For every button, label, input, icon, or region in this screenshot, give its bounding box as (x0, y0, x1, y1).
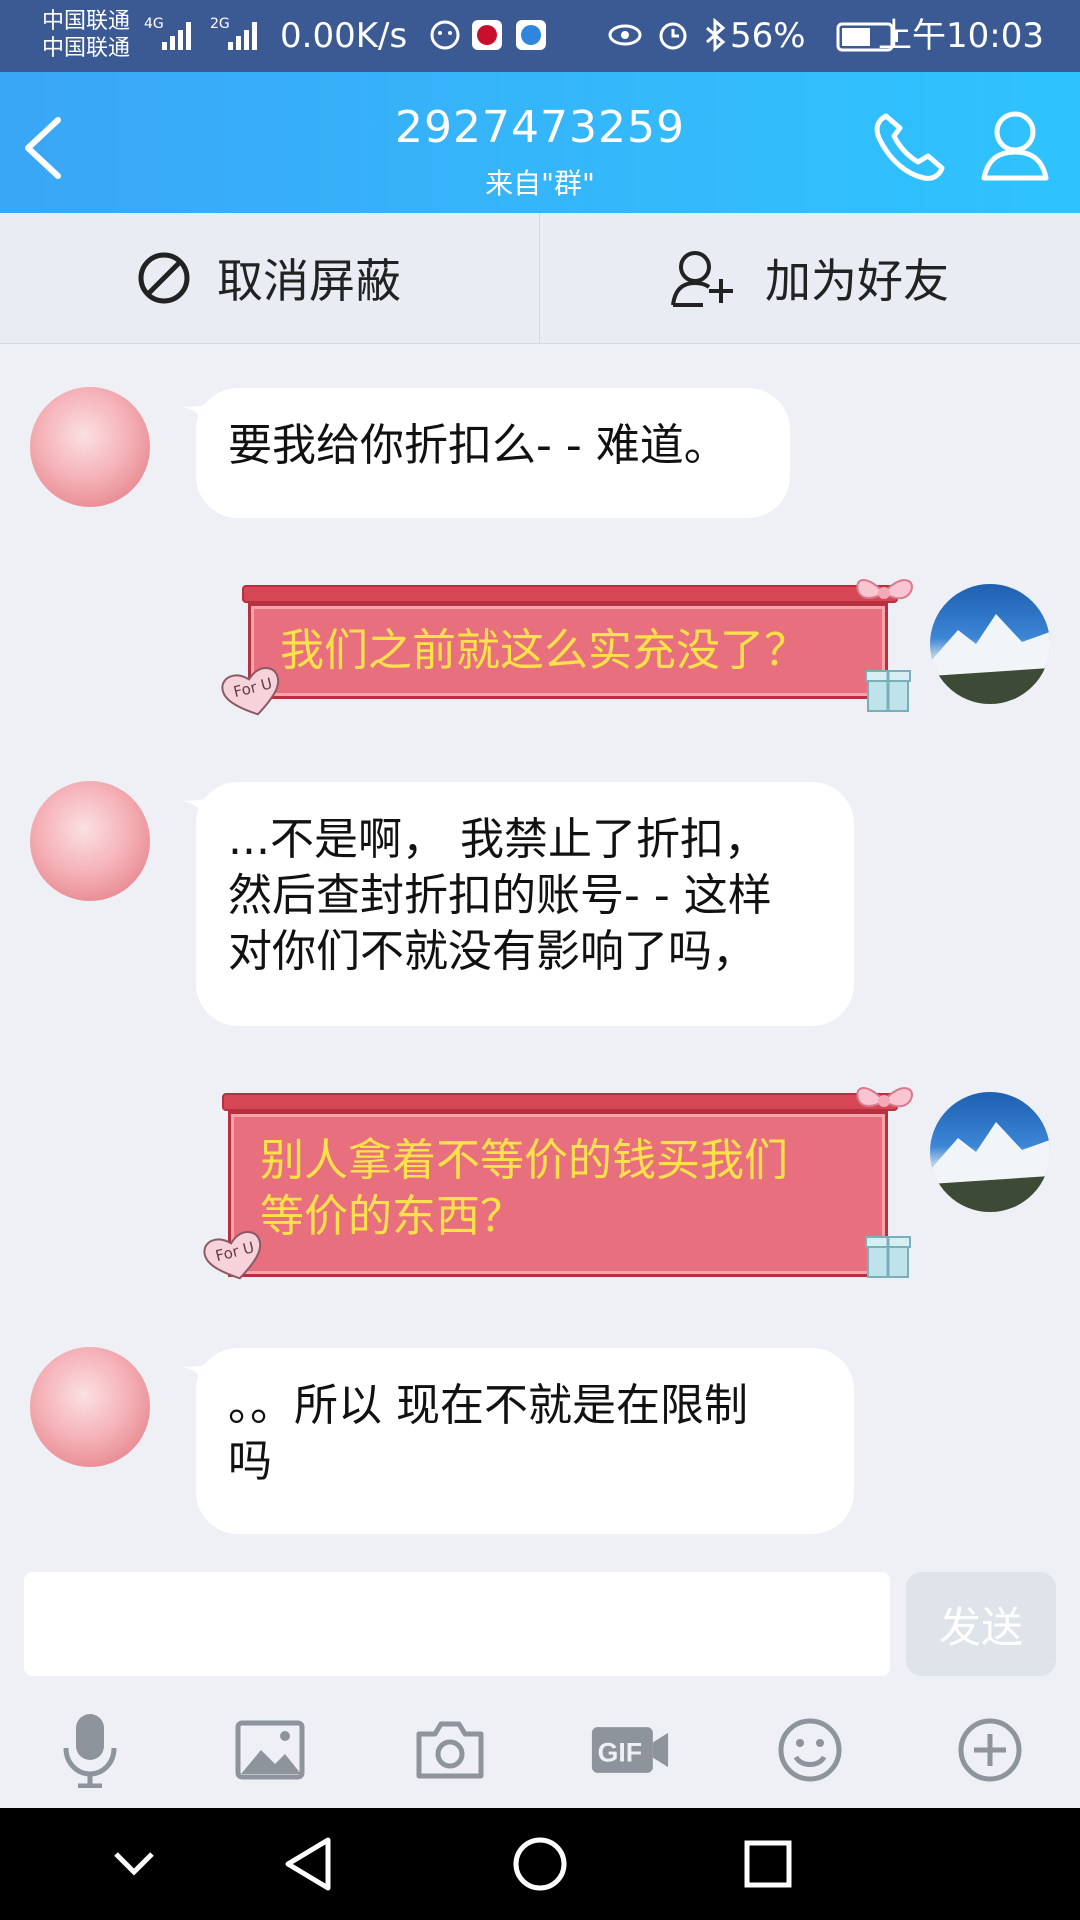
image-icon[interactable] (230, 1710, 310, 1790)
my-avatar[interactable] (930, 1092, 1050, 1212)
home-icon[interactable] (502, 1826, 578, 1902)
block-icon (137, 251, 191, 305)
gift-bubble[interactable]: 我们之前就这么实充没了？ For U (220, 565, 920, 725)
chevron-down-icon[interactable] (96, 1826, 172, 1902)
phone-call-icon[interactable] (872, 110, 946, 182)
sender-avatar[interactable] (30, 781, 150, 901)
bluetooth-icon (706, 18, 726, 52)
alarm-icon (659, 22, 687, 50)
carrier-labels: 中国联通 中国联通 (42, 8, 130, 62)
gift-bubble[interactable]: 别人拿着不等价的钱买我们 等价的东西？ For U (202, 1073, 920, 1293)
net-speed: 0.00K/s (280, 16, 408, 56)
app-notification-icon (430, 20, 460, 50)
message-line: 对你们不就没有影响了吗， (228, 926, 756, 977)
for-u-heart-icon: For U (215, 658, 290, 724)
status-bar: 中国联通 中国联通 4G 2G 0.00K/s 56% 上午10:03 (0, 0, 1080, 72)
gift-box-icon (865, 670, 911, 712)
message-text: 别人拿着不等价的钱买我们 等价的东西？ (260, 1133, 788, 1245)
message-line: 然后查封折扣的账号- - 这样 (228, 870, 772, 921)
back-icon[interactable] (270, 1826, 346, 1902)
chat-header: 2927473259 来自"群" (0, 72, 1080, 213)
bank-app-icon (472, 20, 502, 50)
send-button[interactable]: 发送 (906, 1572, 1056, 1676)
clock: 上午10:03 (878, 16, 1044, 56)
camera-icon[interactable] (410, 1710, 490, 1790)
plus-icon[interactable] (950, 1710, 1030, 1790)
signal-icon (162, 22, 191, 50)
message-text: 我们之前就这么实充没了？ (280, 625, 808, 676)
message-input[interactable] (24, 1572, 890, 1676)
system-nav-bar (0, 1808, 1080, 1920)
ribbon-bow-icon (856, 579, 913, 600)
recents-icon[interactable] (730, 1826, 806, 1902)
action-bar: 取消屏蔽 加为好友 (0, 213, 1080, 344)
svg-text:GIF: GIF (598, 1737, 642, 1767)
ribbon-bow-icon (856, 1087, 913, 1108)
message-line: 别人拿着不等价的钱买我们 (260, 1135, 788, 1186)
message-bubble[interactable]: ...不是啊， 我禁止了折扣， 然后查封折扣的账号- - 这样 对你们不就没有影… (196, 782, 854, 1026)
carrier-1: 中国联通 (42, 9, 131, 34)
for-u-heart-icon: For U (197, 1222, 272, 1288)
emoji-icon[interactable] (770, 1710, 850, 1790)
message-bubble[interactable]: 。。所以 现在不就是在限制 吗 (196, 1348, 854, 1534)
add-friend-button[interactable]: 加为好友 (540, 213, 1078, 343)
add-friend-label: 加为好友 (765, 254, 949, 308)
sender-avatar[interactable] (30, 387, 150, 507)
unblock-button[interactable]: 取消屏蔽 (0, 213, 538, 343)
unblock-label: 取消屏蔽 (217, 254, 401, 308)
sender-avatar[interactable] (30, 1347, 150, 1467)
gif-icon[interactable]: GIF (590, 1710, 670, 1790)
my-avatar[interactable] (930, 584, 1050, 704)
message-line: 吗 (228, 1436, 272, 1487)
profile-icon[interactable] (980, 108, 1050, 182)
signal-icon-2 (228, 22, 257, 50)
message-line: 。。所以 现在不就是在限制 (228, 1380, 748, 1431)
message-line: 等价的东西？ (260, 1191, 524, 1242)
gift-box-icon (865, 1236, 911, 1278)
message-line: ...不是啊， 我禁止了折扣， (228, 814, 768, 865)
message-text: 要我给你折扣么- - 难道。 (228, 420, 728, 471)
eye-icon (608, 24, 642, 46)
browser-app-icon (516, 20, 546, 50)
carrier-2: 中国联通 (42, 36, 131, 61)
message-bubble[interactable]: 要我给你折扣么- - 难道。 (196, 388, 790, 518)
gift-lid (242, 585, 898, 603)
battery-percent: 56% (730, 16, 806, 56)
gift-lid (222, 1093, 898, 1111)
mic-icon[interactable] (50, 1710, 130, 1790)
add-user-icon (669, 249, 739, 307)
